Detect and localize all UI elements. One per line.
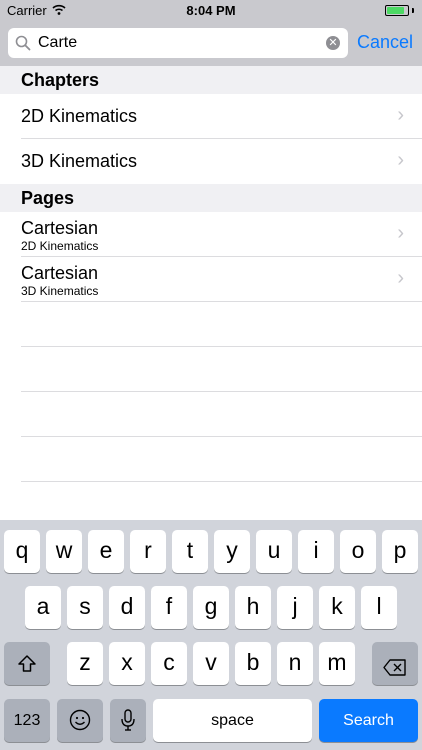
chevron-right-icon: › [397,267,404,289]
key-u[interactable]: u [256,530,292,573]
row-separator [21,391,422,392]
clear-search-button[interactable]: ✕ [326,36,340,50]
list-item[interactable]: Cartesian 2D Kinematics › [0,212,422,256]
key-n[interactable]: n [277,642,313,685]
row-separator [21,481,422,482]
key-z[interactable]: z [67,642,103,685]
battery-tip [412,8,414,13]
search-icon [15,35,31,56]
search-key[interactable]: Search [319,699,418,742]
row-title: 3D Kinematics [21,151,138,171]
search-field[interactable]: ✕ [8,28,348,58]
status-bar: Carrier 8:04 PM [0,0,422,22]
row-subtitle: 2D Kinematics [21,239,99,253]
space-key[interactable]: space [153,699,312,742]
row-subtitle: 3D Kinematics [21,284,99,298]
key-v[interactable]: v [193,642,229,685]
backspace-icon [383,655,407,682]
row-separator [21,436,422,437]
numbers-key[interactable]: 123 [4,699,50,742]
list-item[interactable]: Cartesian 3D Kinematics › [0,257,422,301]
status-time: 8:04 PM [186,3,236,18]
row-separator [21,301,422,302]
list-item[interactable]: 3D Kinematics › [0,139,422,183]
key-t[interactable]: t [172,530,208,573]
cancel-button[interactable]: Cancel [357,32,413,53]
chevron-right-icon: › [397,222,404,244]
key-i[interactable]: i [298,530,334,573]
keyboard: q w e r t y u i o p a s d f g h j k l z … [0,520,422,750]
key-c[interactable]: c [151,642,187,685]
chevron-right-icon: › [397,149,404,171]
section-header-pages: Pages [0,184,422,212]
shift-icon [17,653,37,680]
backspace-key[interactable] [372,642,418,685]
key-a[interactable]: a [25,586,61,629]
emoji-key[interactable] [57,699,103,742]
key-k[interactable]: k [319,586,355,629]
key-x[interactable]: x [109,642,145,685]
chevron-right-icon: › [397,104,404,126]
row-title: 2D Kinematics [21,106,138,126]
battery-icon [385,5,409,16]
key-r[interactable]: r [130,530,166,573]
row-title: Cartesian [21,218,99,238]
battery-level [387,7,404,14]
key-e[interactable]: e [88,530,124,573]
key-y[interactable]: y [214,530,250,573]
key-j[interactable]: j [277,586,313,629]
key-p[interactable]: p [382,530,418,573]
dictation-key[interactable] [110,699,146,742]
key-l[interactable]: l [361,586,397,629]
key-f[interactable]: f [151,586,187,629]
row-separator [21,346,422,347]
search-bar: ✕ Cancel [0,22,422,66]
key-h[interactable]: h [235,586,271,629]
emoji-icon [69,709,91,737]
list-item[interactable]: 2D Kinematics › [0,94,422,138]
key-m[interactable]: m [319,642,355,685]
section-header-chapters: Chapters [0,66,422,94]
shift-key[interactable] [4,642,50,685]
search-input[interactable] [38,32,318,54]
row-title: Cartesian [21,263,99,283]
key-b[interactable]: b [235,642,271,685]
close-icon: ✕ [328,37,338,49]
key-q[interactable]: q [4,530,40,573]
key-d[interactable]: d [109,586,145,629]
key-w[interactable]: w [46,530,82,573]
key-o[interactable]: o [340,530,376,573]
microphone-icon [120,709,136,738]
key-s[interactable]: s [67,586,103,629]
key-g[interactable]: g [193,586,229,629]
status-right [385,5,414,16]
